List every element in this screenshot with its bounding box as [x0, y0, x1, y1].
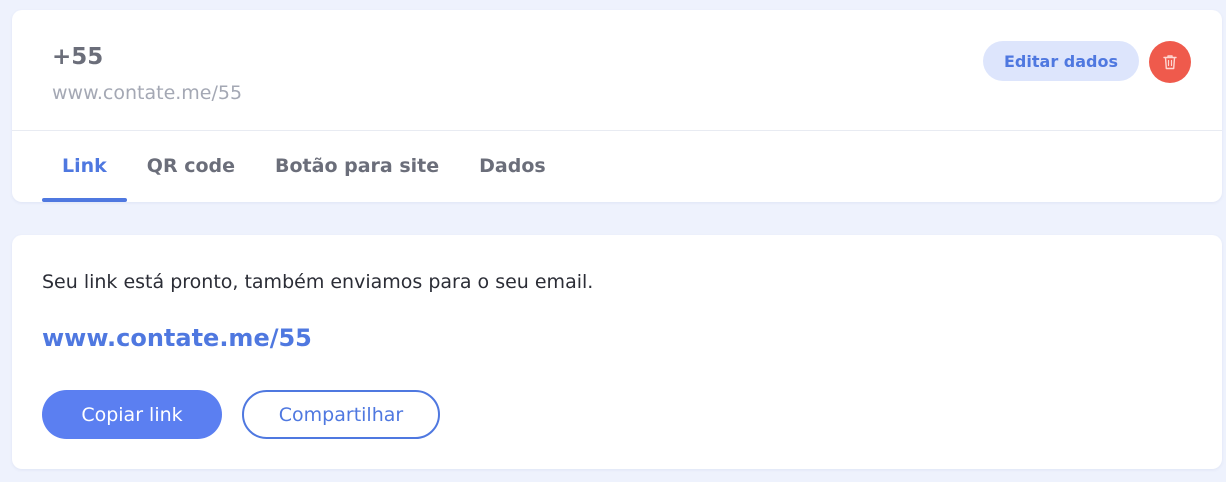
contact-link-subtitle: www.contate.me/55 — [52, 82, 243, 104]
link-ready-message: Seu link está pronto, também enviamos pa… — [42, 271, 594, 293]
tab-data[interactable]: Dados — [459, 130, 566, 202]
share-button[interactable]: Compartilhar — [242, 390, 440, 439]
generated-link[interactable]: www.contate.me/55 — [42, 324, 312, 352]
link-panel-card: Seu link está pronto, também enviamos pa… — [12, 235, 1222, 469]
tab-qr-code[interactable]: QR code — [127, 130, 255, 202]
trash-icon — [1163, 55, 1177, 70]
copy-link-button[interactable]: Copiar link — [42, 390, 222, 439]
tab-link[interactable]: Link — [42, 130, 127, 202]
delete-button[interactable] — [1149, 41, 1191, 83]
tab-site-button[interactable]: Botão para site — [255, 130, 459, 202]
contact-header-card: +55 www.contate.me/55 Editar dados Link … — [12, 10, 1222, 202]
contact-number: +55 — [52, 44, 104, 70]
tab-bar: Link QR code Botão para site Dados — [42, 130, 566, 202]
edit-data-button[interactable]: Editar dados — [983, 41, 1139, 81]
